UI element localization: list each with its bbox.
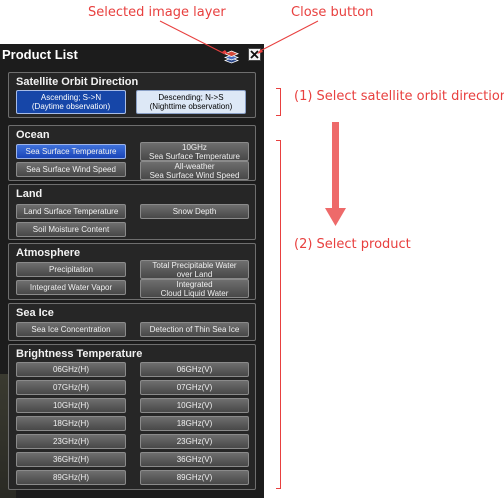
step-arrow-head xyxy=(325,208,346,226)
integrated-water-vapor-button[interactable]: Integrated Water Vapor xyxy=(16,280,126,295)
bt-v-button-5[interactable]: 36GHz(V) xyxy=(140,452,249,467)
close-icon[interactable] xyxy=(248,48,261,61)
bt-v-button-0[interactable]: 06GHz(V) xyxy=(140,362,249,377)
annotation-step2: (2) Select product xyxy=(294,237,411,252)
bt-h-button-3[interactable]: 18GHz(H) xyxy=(16,416,126,431)
bt-v-button-6[interactable]: 89GHz(V) xyxy=(140,470,249,485)
snow-depth-button[interactable]: Snow Depth xyxy=(140,204,249,219)
panel-title: Product List xyxy=(2,47,78,62)
descending-button[interactable]: Descending; N->S (Nighttime observation) xyxy=(136,90,246,114)
layers-icon[interactable] xyxy=(224,49,239,64)
annotation-bracket-orbit xyxy=(276,88,281,116)
bt-h-button-2[interactable]: 10GHz(H) xyxy=(16,398,126,413)
cloud-liquid-water-button[interactable]: Integrated Cloud Liquid Water xyxy=(140,279,249,298)
precipitation-button[interactable]: Precipitation xyxy=(16,262,126,277)
bt-v-button-2[interactable]: 10GHz(V) xyxy=(140,398,249,413)
section-orbit-direction: Satellite Orbit Direction Ascending; S->… xyxy=(8,72,256,118)
total-precipitable-water-button[interactable]: Total Precipitable Water over Land xyxy=(140,260,249,279)
bt-v-button-4[interactable]: 23GHz(V) xyxy=(140,434,249,449)
bt-v-button-3[interactable]: 18GHz(V) xyxy=(140,416,249,431)
section-title-brightness: Brightness Temperature xyxy=(16,348,143,360)
bt-h-button-5[interactable]: 36GHz(H) xyxy=(16,452,126,467)
section-brightness-temperature: Brightness Temperature 06GHz(H) 06GHz(V) 0… xyxy=(8,344,256,490)
section-title-land: Land xyxy=(16,188,43,200)
sea-ice-concentration-button[interactable]: Sea Ice Concentration xyxy=(16,322,126,337)
bt-h-button-1[interactable]: 07GHz(H) xyxy=(16,380,126,395)
all-weather-wind-speed-button[interactable]: All-weather Sea Surface Wind Speed xyxy=(140,161,249,180)
annotation-step1: (1) Select satellite orbit direction xyxy=(294,89,504,104)
section-atmosphere: Atmosphere Precipitation Total Precipita… xyxy=(8,243,256,300)
annotation-bracket-product xyxy=(276,140,281,489)
sea-surface-temperature-button[interactable]: Sea Surface Temperature xyxy=(16,144,126,159)
annotation-selected-image-layer: Selected image layer xyxy=(88,5,226,20)
section-land: Land Land Surface Temperature Snow Depth… xyxy=(8,184,256,240)
bt-h-button-6[interactable]: 89GHz(H) xyxy=(16,470,126,485)
bt-h-button-0[interactable]: 06GHz(H) xyxy=(16,362,126,377)
section-title-atmosphere: Atmosphere xyxy=(16,247,81,259)
land-surface-temperature-button[interactable]: Land Surface Temperature xyxy=(16,204,126,219)
section-title-sea-ice: Sea Ice xyxy=(16,307,54,319)
section-sea-ice: Sea Ice Sea Ice Concentration Detection … xyxy=(8,303,256,341)
product-list-panel: Product List Satellite Orbit Direction A… xyxy=(0,44,264,498)
annotation-close-button: Close button xyxy=(291,5,374,20)
step-arrow-shaft xyxy=(332,122,339,210)
section-ocean: Ocean Sea Surface Temperature 10GHz Sea … xyxy=(8,125,256,181)
bt-h-button-4[interactable]: 23GHz(H) xyxy=(16,434,126,449)
sea-surface-wind-speed-button[interactable]: Sea Surface Wind Speed xyxy=(16,162,126,177)
ascending-button[interactable]: Ascending; S->N (Daytime observation) xyxy=(16,90,126,114)
thin-sea-ice-button[interactable]: Detection of Thin Sea Ice xyxy=(140,322,249,337)
bt-v-button-1[interactable]: 07GHz(V) xyxy=(140,380,249,395)
section-title-orbit: Satellite Orbit Direction xyxy=(16,76,139,88)
section-title-ocean: Ocean xyxy=(16,129,50,141)
soil-moisture-button[interactable]: Soil Moisture Content xyxy=(16,222,126,237)
arrow-to-close-button xyxy=(259,20,319,52)
sst-10ghz-button[interactable]: 10GHz Sea Surface Temperature xyxy=(140,142,249,161)
